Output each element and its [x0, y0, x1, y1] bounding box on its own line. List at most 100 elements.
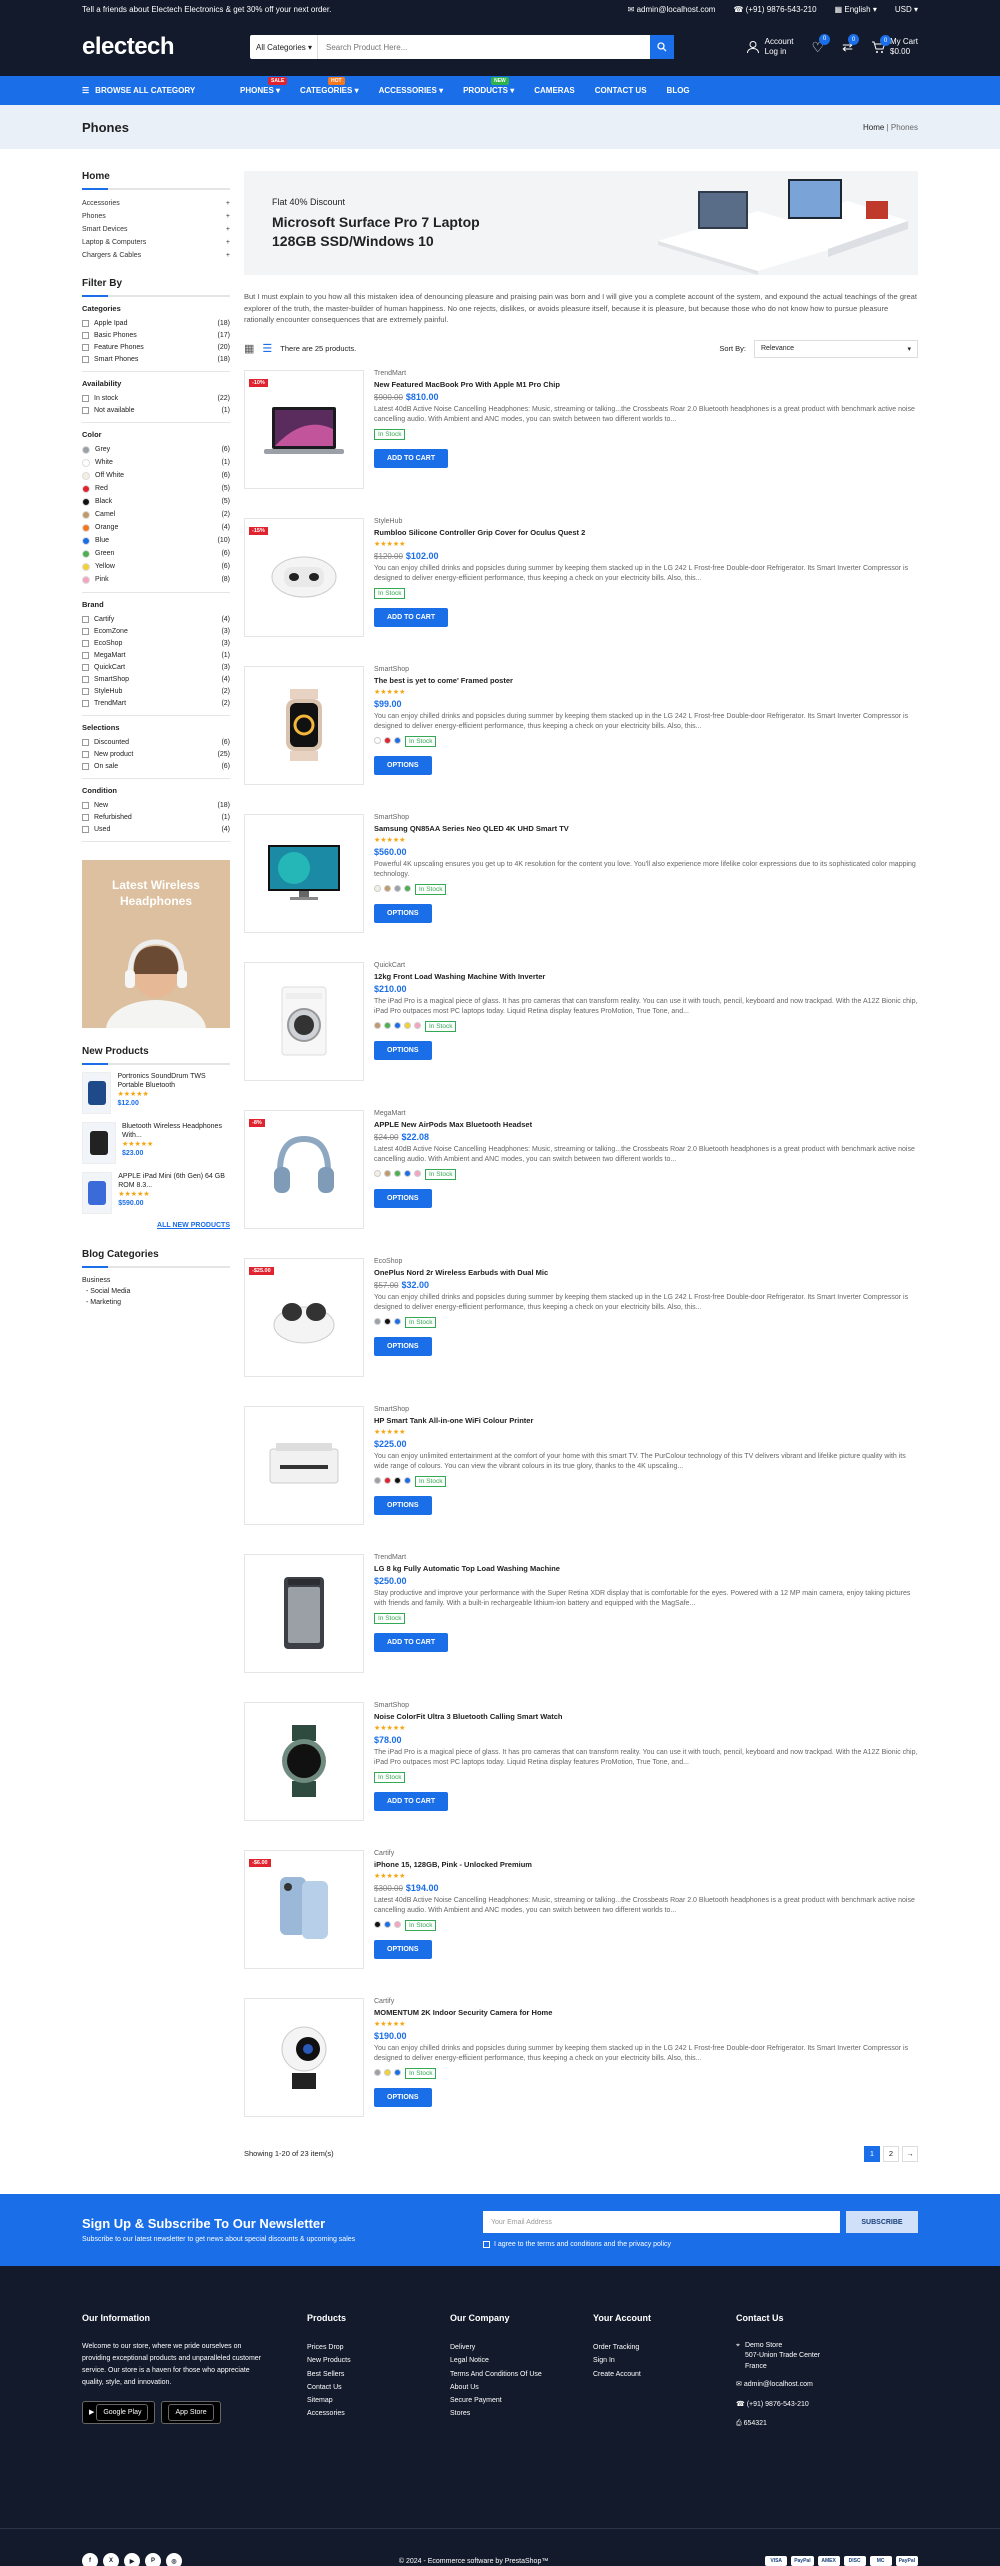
facebook-icon[interactable]: f	[82, 2553, 98, 2566]
filter-option[interactable]: White (1)	[82, 456, 230, 469]
product-name[interactable]: OnePlus Nord 2r Wireless Earbuds with Du…	[374, 1268, 918, 1277]
color-swatch[interactable]	[394, 1169, 401, 1177]
product-name[interactable]: MOMENTUM 2K Indoor Security Camera for H…	[374, 2008, 918, 2017]
filter-option[interactable]: Basic Phones (17)	[82, 329, 230, 341]
filter-option[interactable]: MegaMart (1)	[82, 649, 230, 661]
product-name[interactable]: New Featured MacBook Pro With Apple M1 P…	[374, 380, 918, 389]
filter-option[interactable]: On sale (6)	[82, 760, 230, 772]
filter-option[interactable]: New (18)	[82, 799, 230, 811]
app-store-badge[interactable]: App Store	[161, 2400, 221, 2424]
filter-checkbox[interactable]	[82, 738, 89, 746]
color-swatch[interactable]	[82, 497, 90, 506]
footer-link[interactable]: Best Sellers	[307, 2368, 450, 2381]
filter-checkbox[interactable]	[82, 687, 89, 695]
youtube-icon[interactable]: ▶	[124, 2553, 140, 2566]
color-swatch[interactable]	[82, 445, 90, 454]
color-swatch[interactable]	[404, 884, 411, 892]
footer-link[interactable]: Sign In	[593, 2354, 736, 2367]
page-1-button[interactable]: 1	[864, 2145, 880, 2162]
color-swatch[interactable]	[394, 2068, 401, 2076]
color-swatch[interactable]	[374, 884, 381, 892]
filter-option[interactable]: QuickCart (3)	[82, 661, 230, 673]
product-image[interactable]	[244, 1553, 364, 1673]
product-image[interactable]	[244, 961, 364, 1081]
new-product-name[interactable]: Portronics SoundDrum TWS Portable Blueto…	[117, 1072, 230, 1090]
filter-option[interactable]: Camel (2)	[82, 508, 230, 521]
product-image[interactable]	[244, 813, 364, 933]
agree-checkbox[interactable]	[483, 2241, 490, 2249]
color-swatch[interactable]	[82, 562, 90, 571]
color-swatch[interactable]	[374, 1169, 381, 1177]
plus-icon[interactable]: +	[226, 200, 230, 207]
footer-link[interactable]: Order Tracking	[593, 2341, 736, 2354]
sidebar-category-4[interactable]: Chargers & Cables +	[82, 249, 230, 262]
filter-option[interactable]: TrendMart (2)	[82, 697, 230, 709]
footer-link[interactable]: Prices Drop	[307, 2341, 450, 2354]
footer-link[interactable]: Create Account	[593, 2368, 736, 2381]
filter-checkbox[interactable]	[82, 615, 89, 623]
product-name[interactable]: HP Smart Tank All-in-one WiFi Colour Pri…	[374, 1416, 918, 1425]
instagram-icon[interactable]: ◎	[166, 2553, 182, 2566]
options-button[interactable]: OPTIONS	[374, 1337, 432, 1357]
filter-option[interactable]: New product (25)	[82, 748, 230, 760]
plus-icon[interactable]: +	[226, 239, 230, 246]
product-image[interactable]: -8%	[244, 1109, 364, 1229]
footer-link[interactable]: About Us	[450, 2381, 593, 2394]
add-to-cart-button[interactable]: ADD TO CART	[374, 608, 449, 628]
add-to-cart-button[interactable]: ADD TO CART	[374, 1792, 449, 1812]
grid-view-icon[interactable]: ▦	[244, 342, 254, 355]
footer-link[interactable]: Contact Us	[307, 2381, 450, 2394]
new-product-image[interactable]	[82, 1172, 113, 1214]
nav-item-phones[interactable]: PHONES ▾ SALE	[240, 77, 288, 95]
filter-checkbox[interactable]	[82, 639, 89, 647]
product-name[interactable]: Samsung QN85AA Series Neo QLED 4K UHD Sm…	[374, 824, 918, 833]
nav-item-products[interactable]: PRODUCTS ▾ NEW	[463, 77, 514, 95]
filter-option[interactable]: Used (4)	[82, 823, 230, 835]
filter-option[interactable]: Red (5)	[82, 482, 230, 495]
color-swatch[interactable]	[374, 1476, 381, 1484]
filter-checkbox[interactable]	[82, 651, 89, 659]
pinterest-icon[interactable]: P	[145, 2553, 161, 2566]
footer-link[interactable]: Stores	[450, 2407, 593, 2420]
add-to-cart-button[interactable]: ADD TO CART	[374, 1633, 449, 1653]
hero-banner[interactable]: Flat 40% Discount Microsoft Surface Pro …	[244, 171, 918, 275]
color-swatch[interactable]	[384, 884, 391, 892]
product-image[interactable]	[244, 1405, 364, 1525]
filter-option[interactable]: Smart Phones (18)	[82, 353, 230, 365]
cart-button[interactable]: 0 My Cart $0.00	[871, 35, 918, 58]
new-product-item[interactable]: APPLE iPad Mini (6th Gen) 64 GB ROM 8.3.…	[82, 1172, 230, 1214]
language-select[interactable]: ▦ English ▾	[835, 5, 877, 14]
filter-option[interactable]: Off White (6)	[82, 469, 230, 482]
color-swatch[interactable]	[404, 1169, 411, 1177]
filter-option[interactable]: Black (5)	[82, 495, 230, 508]
filter-checkbox[interactable]	[82, 801, 89, 809]
add-to-cart-button[interactable]: ADD TO CART	[374, 449, 449, 469]
color-swatch[interactable]	[414, 1169, 421, 1177]
color-swatch[interactable]	[384, 1920, 391, 1928]
options-button[interactable]: OPTIONS	[374, 1496, 432, 1516]
google-play-badge[interactable]: ▶ Google Play	[82, 2400, 156, 2424]
product-image[interactable]	[244, 1997, 364, 2117]
filter-checkbox[interactable]	[82, 406, 89, 414]
filter-checkbox[interactable]	[82, 331, 89, 339]
filter-option[interactable]: Feature Phones (20)	[82, 341, 230, 353]
new-product-name[interactable]: Bluetooth Wireless Headphones With...	[122, 1122, 230, 1140]
filter-option[interactable]: Pink (8)	[82, 573, 230, 586]
filter-option[interactable]: In stock (22)	[82, 392, 230, 404]
color-swatch[interactable]	[384, 2068, 391, 2076]
product-image[interactable]: -$25.00	[244, 1257, 364, 1377]
compare-button[interactable]: ⇄ 0	[842, 34, 859, 55]
new-product-item[interactable]: Portronics SoundDrum TWS Portable Blueto…	[82, 1072, 230, 1114]
plus-icon[interactable]: +	[226, 213, 230, 220]
filter-option[interactable]: Apple Ipad (18)	[82, 317, 230, 329]
logo[interactable]: electech	[82, 33, 250, 61]
currency-select[interactable]: USD ▾	[895, 5, 918, 14]
footer-link[interactable]: Sitemap	[307, 2394, 450, 2407]
color-swatch[interactable]	[82, 458, 90, 467]
new-product-image[interactable]	[82, 1072, 112, 1114]
filter-option[interactable]: SmartShop (4)	[82, 673, 230, 685]
wishlist-button[interactable]: ♡ 0	[812, 33, 831, 56]
footer-link[interactable]: Legal Notice	[450, 2354, 593, 2367]
filter-option[interactable]: Blue (10)	[82, 534, 230, 547]
search-category-select[interactable]: All Categories ▾	[250, 35, 318, 59]
